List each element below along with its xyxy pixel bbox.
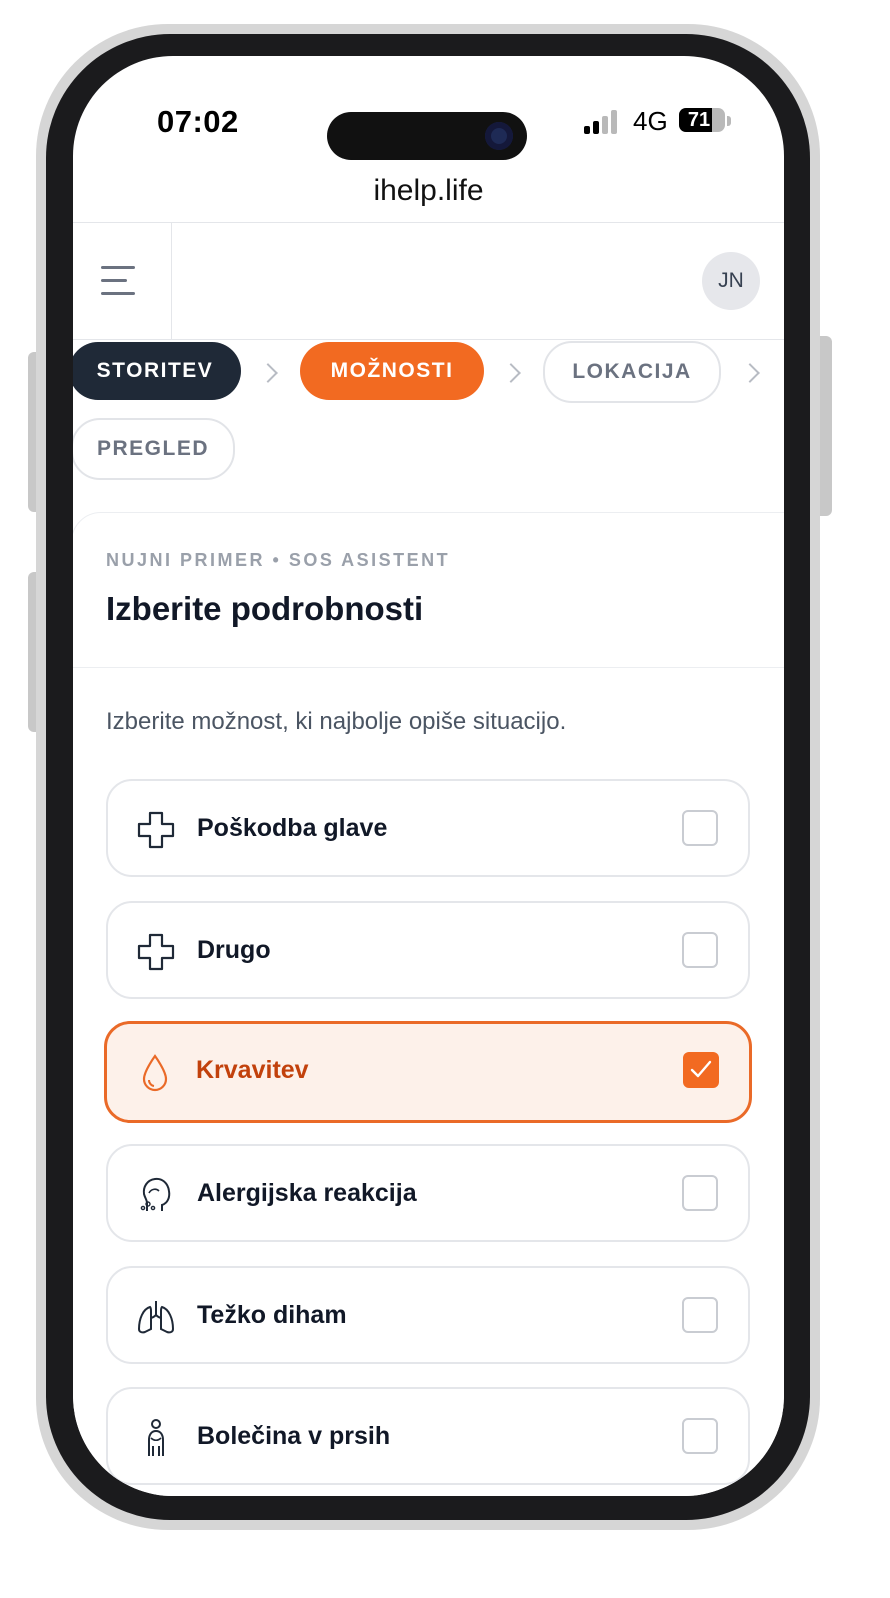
phone-screen: 07:02 4G 71 ihelp.life JN STORITEV MOŽNO… xyxy=(73,56,784,1496)
chevron-right-icon xyxy=(501,363,521,383)
divider xyxy=(73,339,784,340)
option-label: Poškodba glave xyxy=(197,814,388,842)
option-checkbox[interactable] xyxy=(682,932,718,968)
card-kicker: NUJNI PRIMER • SOS ASISTENT xyxy=(106,550,451,570)
step-storitev[interactable]: STORITEV xyxy=(73,342,241,400)
battery-percent: 71 xyxy=(687,109,711,131)
chevron-right-icon xyxy=(740,363,760,383)
checkmark-icon xyxy=(690,1060,712,1078)
option-label: Krvavitev xyxy=(196,1056,309,1084)
option-poskodba-glave[interactable]: Poškodba glave xyxy=(106,779,750,877)
network-type: 4G xyxy=(633,106,668,136)
step-moznosti[interactable]: MOŽNOSTI xyxy=(300,342,484,400)
option-checkbox-checked[interactable] xyxy=(683,1052,719,1088)
card-intro-text: Izberite možnost, ki najbolje opiše situ… xyxy=(106,708,567,735)
divider xyxy=(73,667,784,668)
allergy-head-icon xyxy=(140,1177,171,1211)
avatar[interactable]: JN xyxy=(702,252,760,310)
hamburger-menu-icon[interactable] xyxy=(101,266,137,296)
status-time: 07:02 xyxy=(157,104,239,139)
lungs-icon xyxy=(137,1301,175,1334)
divider xyxy=(73,222,784,223)
option-tezko-diham[interactable]: Težko diham xyxy=(106,1266,750,1364)
signal-strength-icon xyxy=(584,108,622,134)
front-camera-icon xyxy=(485,122,513,150)
divider xyxy=(171,223,172,339)
option-checkbox[interactable] xyxy=(682,1418,718,1454)
blood-drop-icon xyxy=(142,1054,168,1092)
battery-icon: 71 xyxy=(679,108,725,132)
step-pregled[interactable]: PREGLED xyxy=(73,418,235,480)
step-lokacija[interactable]: LOKACIJA xyxy=(543,341,721,403)
option-label: Težko diham xyxy=(197,1301,347,1329)
battery-tip xyxy=(727,116,731,126)
option-checkbox[interactable] xyxy=(682,1175,718,1211)
address-bar-url[interactable]: ihelp.life xyxy=(73,174,784,208)
option-checkbox[interactable] xyxy=(682,1297,718,1333)
chest-pain-icon xyxy=(148,1419,164,1456)
option-label: Drugo xyxy=(197,936,271,964)
page-title: Izberite podrobnosti xyxy=(106,590,424,627)
medical-cross-icon xyxy=(137,933,175,971)
option-drugo[interactable]: Drugo xyxy=(106,901,750,999)
chevron-right-icon xyxy=(258,363,278,383)
option-label: Alergijska reakcija xyxy=(197,1179,417,1207)
medical-cross-icon xyxy=(137,811,175,849)
dynamic-island xyxy=(327,112,527,160)
option-bolecina-v-prsih[interactable]: Bolečina v prsih xyxy=(106,1387,750,1485)
option-krvavitev[interactable]: Krvavitev xyxy=(104,1021,752,1123)
option-checkbox[interactable] xyxy=(682,810,718,846)
option-label: Bolečina v prsih xyxy=(197,1422,391,1450)
option-alergijska-reakcija[interactable]: Alergijska reakcija xyxy=(106,1144,750,1242)
